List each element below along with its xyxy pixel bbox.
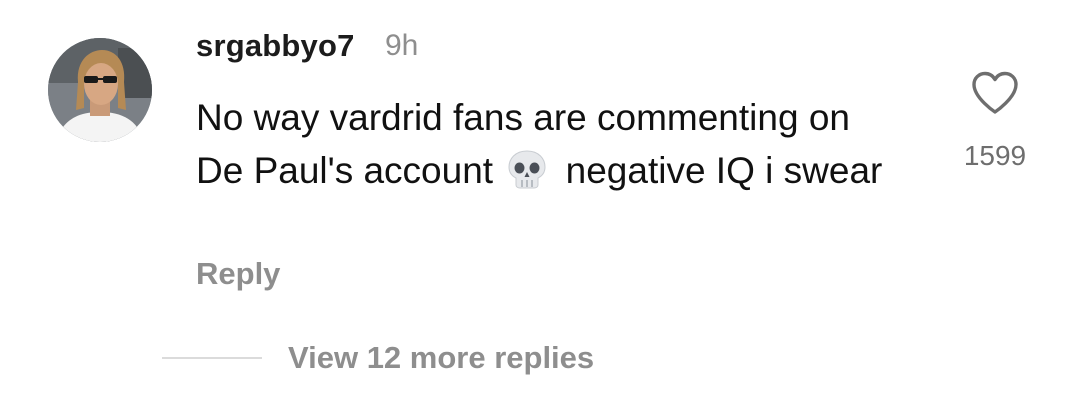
replies-divider	[162, 357, 262, 359]
comment: srgabbyo7 9h No way vardrid fans are com…	[0, 0, 1080, 406]
view-more-replies-button[interactable]: View 12 more replies	[288, 340, 594, 376]
comment-text-part2: negative IQ i swear	[565, 150, 883, 191]
like-count: 1599	[963, 140, 1027, 171]
heart-outline-icon[interactable]	[970, 70, 1020, 116]
comment-timestamp: 9h	[385, 29, 419, 62]
avatar[interactable]	[48, 38, 152, 142]
skull-emoji	[505, 149, 549, 189]
avatar-image	[48, 38, 152, 142]
reply-button[interactable]: Reply	[196, 256, 280, 292]
comment-username[interactable]: srgabbyo7	[196, 28, 355, 64]
comment-text: No way vardrid fans are commenting on De…	[196, 91, 906, 197]
